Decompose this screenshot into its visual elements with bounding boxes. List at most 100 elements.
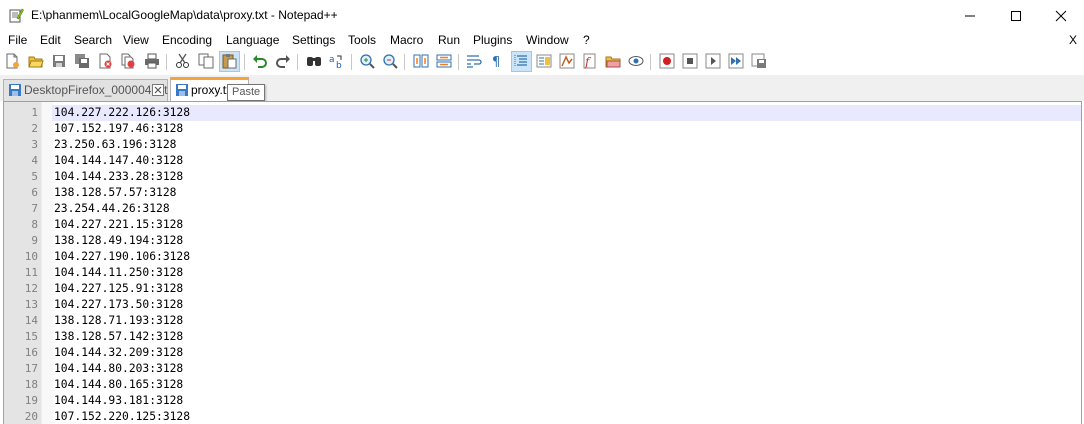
copy-icon[interactable] [198,53,214,69]
line-text[interactable]: 104.144.147.40:3128 [54,154,183,167]
editor-line[interactable]: 9 138.128.49.194:3128 [4,233,1081,249]
minimize-button[interactable] [947,0,993,31]
line-text[interactable]: 138.128.57.142:3128 [54,330,183,343]
line-number: 14 [24,314,38,327]
stop-record-icon[interactable] [682,53,698,69]
line-number: 13 [24,298,38,311]
save-all-icon[interactable] [74,53,90,69]
run-macro-multiple-icon[interactable] [728,53,744,69]
record-macro-icon[interactable] [659,53,675,69]
line-text[interactable]: 138.128.71.193:3128 [54,314,183,327]
close-all-icon[interactable] [120,53,136,69]
menu-search[interactable]: Search [74,33,112,47]
menu-window[interactable]: Window [526,33,569,47]
line-text[interactable]: 23.250.63.196:3128 [54,138,176,151]
editor-line[interactable]: 10 104.227.190.106:3128 [4,249,1081,265]
word-wrap-icon[interactable] [466,53,482,69]
line-number: 3 [31,138,38,151]
editor-line[interactable]: 18 104.144.80.165:3128 [4,377,1081,393]
line-text[interactable]: 104.227.125.91:3128 [54,282,183,295]
editor-line[interactable]: 15 138.128.57.142:3128 [4,329,1081,345]
line-text[interactable]: 104.227.190.106:3128 [54,250,190,263]
line-text[interactable]: 104.144.233.28:3128 [54,170,183,183]
cut-icon[interactable] [175,53,191,69]
editor-line[interactable]: 5 104.144.233.28:3128 [4,169,1081,185]
editor-line[interactable]: 12 104.227.125.91:3128 [4,281,1081,297]
editor-line[interactable]: 8 104.227.221.15:3128 [4,217,1081,233]
show-all-chars-icon[interactable]: ¶ [489,53,505,69]
folder-icon[interactable] [605,53,621,69]
doc-map-icon[interactable] [536,53,552,69]
open-file-icon[interactable] [28,53,44,69]
redo-icon[interactable] [275,53,291,69]
maximize-button[interactable] [993,0,1039,31]
editor-line[interactable]: 20 107.152.220.125:3128 [4,409,1081,424]
svg-text:b: b [336,61,342,69]
sync-horizontal-icon[interactable] [436,53,452,69]
new-file-icon[interactable] [4,53,20,69]
editor-line[interactable]: 14 138.128.71.193:3128 [4,313,1081,329]
close-document-button[interactable]: X [1069,33,1077,47]
menu-run[interactable]: Run [438,33,460,47]
menu-help[interactable]: ? [583,33,590,47]
zoom-out-icon[interactable] [382,53,398,69]
tab-desktopfirefox[interactable]: DesktopFirefox_000004.txt [3,79,168,101]
line-text[interactable]: 104.227.221.15:3128 [54,218,183,231]
close-file-icon[interactable] [97,53,113,69]
indent-guide-icon[interactable] [513,53,529,69]
editor-line[interactable]: 16 104.144.32.209:3128 [4,345,1081,361]
editor-line[interactable]: 7 23.254.44.26:3128 [4,201,1081,217]
sync-vertical-icon[interactable] [413,53,429,69]
editor-line[interactable]: 11 104.144.11.250:3128 [4,265,1081,281]
line-text[interactable]: 138.128.57.57:3128 [54,186,176,199]
toolbar-separator [404,54,405,70]
line-text[interactable]: 107.152.220.125:3128 [54,410,190,423]
function-list-icon[interactable] [559,53,575,69]
zoom-in-icon[interactable] [359,53,375,69]
menu-settings[interactable]: Settings [292,33,335,47]
line-text[interactable]: 104.227.222.126:3128 [54,106,190,119]
save-macro-icon[interactable] [751,53,767,69]
menu-language[interactable]: Language [226,33,279,47]
menu-view[interactable]: View [123,33,149,47]
line-text[interactable]: 104.144.93.181:3128 [54,394,183,407]
line-text[interactable]: 104.144.32.209:3128 [54,346,183,359]
replace-icon[interactable]: ab [329,53,345,69]
menu-tools[interactable]: Tools [348,33,376,47]
line-text[interactable]: 104.227.173.50:3128 [54,298,183,311]
line-text[interactable]: 104.144.80.165:3128 [54,378,183,391]
menu-edit[interactable]: Edit [40,33,61,47]
line-number: 2 [31,122,38,135]
menu-file[interactable]: File [8,33,27,47]
editor-line[interactable]: 13 104.227.173.50:3128 [4,297,1081,313]
find-icon[interactable] [306,53,322,69]
line-text[interactable]: 107.152.197.46:3128 [54,122,183,135]
print-icon[interactable] [144,53,160,69]
line-text[interactable]: 138.128.49.194:3128 [54,234,183,247]
toolbar-separator [166,54,167,70]
editor-line[interactable]: 19 104.144.93.181:3128 [4,393,1081,409]
close-window-button[interactable] [1038,0,1084,31]
line-text[interactable]: 104.144.11.250:3128 [54,266,183,279]
text-editor[interactable]: 1 104.227.222.126:3128 2 107.152.197.46:312… [3,101,1082,424]
monitoring-icon[interactable] [628,53,644,69]
editor-line[interactable]: 6 138.128.57.57:3128 [4,185,1081,201]
menu-plugins[interactable]: Plugins [473,33,512,47]
tab-bar: DesktopFirefox_000004.txt proxy.txt [0,75,1084,101]
save-icon[interactable] [51,53,67,69]
editor-line[interactable]: 17 104.144.80.203:3128 [4,361,1081,377]
editor-line[interactable]: 2 107.152.197.46:3128 [4,121,1081,137]
line-text[interactable]: 23.254.44.26:3128 [54,202,170,215]
line-text[interactable]: 104.144.80.203:3128 [54,362,183,375]
folder-workspace-icon[interactable]: f [582,53,598,69]
paste-icon[interactable] [221,53,237,69]
editor-line[interactable]: 1 104.227.222.126:3128 [4,105,1081,121]
editor-line[interactable]: 3 23.250.63.196:3128 [4,137,1081,153]
menu-macro[interactable]: Macro [390,33,423,47]
line-number: 17 [24,362,38,375]
close-tab-icon[interactable] [152,84,164,96]
menu-encoding[interactable]: Encoding [162,33,212,47]
play-macro-icon[interactable] [705,53,721,69]
undo-icon[interactable] [252,53,268,69]
editor-line[interactable]: 4 104.144.147.40:3128 [4,153,1081,169]
